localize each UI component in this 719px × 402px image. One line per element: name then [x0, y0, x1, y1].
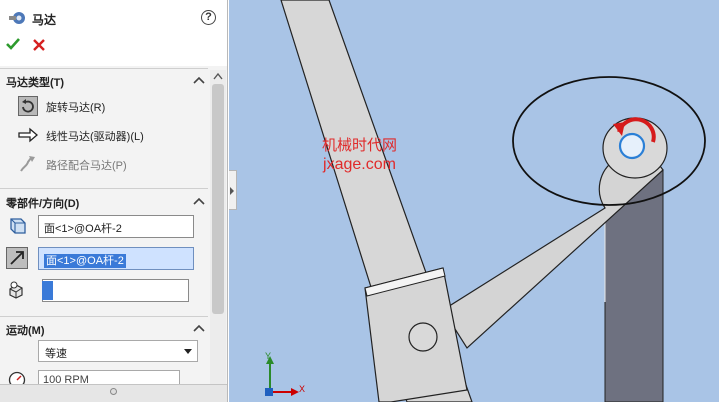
motor-direction-field[interactable]: 面<1>@OA杆-2 — [38, 247, 194, 270]
watermark-line1: 机械时代网 — [322, 137, 398, 154]
collapse-arrow-icon — [230, 187, 234, 195]
rotary-motor-icon — [18, 96, 38, 116]
panel-title: 马达 — [32, 13, 57, 27]
motion-type-dropdown[interactable]: 等速 — [38, 340, 198, 362]
cancel-button[interactable] — [32, 38, 46, 52]
section-title-component-direction: 零部件/方向(D) — [6, 198, 80, 210]
component-to-move-field[interactable] — [42, 279, 189, 302]
motor-icon — [9, 12, 25, 24]
property-manager-panel: 马达 ? 马达类型(T) 旋转马达(R) 线性马达(驱动器)(L) 路径配合马达… — [0, 0, 228, 402]
divider — [0, 188, 208, 189]
option-label: 路径配合马达(P) — [46, 160, 127, 172]
component-direction-section: 零部件/方向(D) 面<1>@OA杆-2 面<1>@OA杆-2 — [0, 195, 208, 313]
option-rotary-motor[interactable]: 旋转马达(R) — [18, 96, 203, 116]
component-icon — [9, 281, 23, 299]
splitter-handle[interactable] — [110, 388, 117, 395]
panel-bottom-bar — [0, 384, 227, 402]
direction-arrow-icon[interactable] — [6, 247, 28, 269]
panel-scrollbar[interactable] — [210, 70, 226, 386]
motion-type-value: 等速 — [45, 348, 67, 360]
graphics-viewport[interactable] — [229, 0, 719, 402]
watermark-line2: jxage.com — [323, 156, 396, 173]
path-mate-motor-icon — [20, 156, 35, 172]
ok-button[interactable] — [5, 36, 21, 52]
scroll-up-icon[interactable] — [213, 72, 223, 80]
option-label: 线性马达(驱动器)(L) — [46, 131, 144, 143]
watermark-text: 机械时代网 jxage.com — [322, 136, 397, 174]
panel-collapse-tab[interactable] — [229, 170, 237, 210]
axis-x-label: X — [299, 384, 306, 394]
collapse-chevron-icon[interactable] — [193, 76, 205, 84]
linear-motor-icon — [18, 127, 38, 143]
collapse-chevron-icon[interactable] — [193, 197, 205, 205]
model-view[interactable] — [229, 0, 719, 402]
motor-location-field[interactable]: 面<1>@OA杆-2 — [38, 215, 194, 238]
motor-type-section: 马达类型(T) 旋转马达(R) 线性马达(驱动器)(L) 路径配合马达(P) — [0, 74, 208, 186]
selection-indicator — [42, 281, 53, 300]
panel-header: 马达 ? — [0, 0, 227, 66]
divider — [0, 316, 208, 317]
dropdown-arrow-icon — [184, 349, 192, 354]
option-linear-motor[interactable]: 线性马达(驱动器)(L) — [18, 125, 203, 145]
motor-location-value: 面<1>@OA杆-2 — [44, 223, 122, 235]
x-axis-arrow — [291, 388, 299, 396]
divider — [0, 68, 208, 69]
section-title-motor-type: 马达类型(T) — [6, 77, 65, 89]
pin-hole[interactable] — [408, 322, 438, 352]
option-label: 旋转马达(R) — [46, 102, 106, 114]
option-path-mate-motor[interactable]: 路径配合马达(P) — [18, 154, 203, 174]
motor-face-highlight[interactable] — [618, 132, 646, 160]
axis-y-label: Y — [265, 351, 272, 361]
help-icon[interactable]: ? — [201, 10, 216, 25]
collapse-chevron-icon[interactable] — [193, 324, 205, 332]
scroll-thumb[interactable] — [212, 84, 224, 314]
z-axis-box — [265, 388, 273, 396]
section-title-motion: 运动(M) — [6, 325, 45, 337]
face-select-icon — [10, 218, 26, 234]
motor-direction-value: 面<1>@OA杆-2 — [44, 254, 126, 268]
